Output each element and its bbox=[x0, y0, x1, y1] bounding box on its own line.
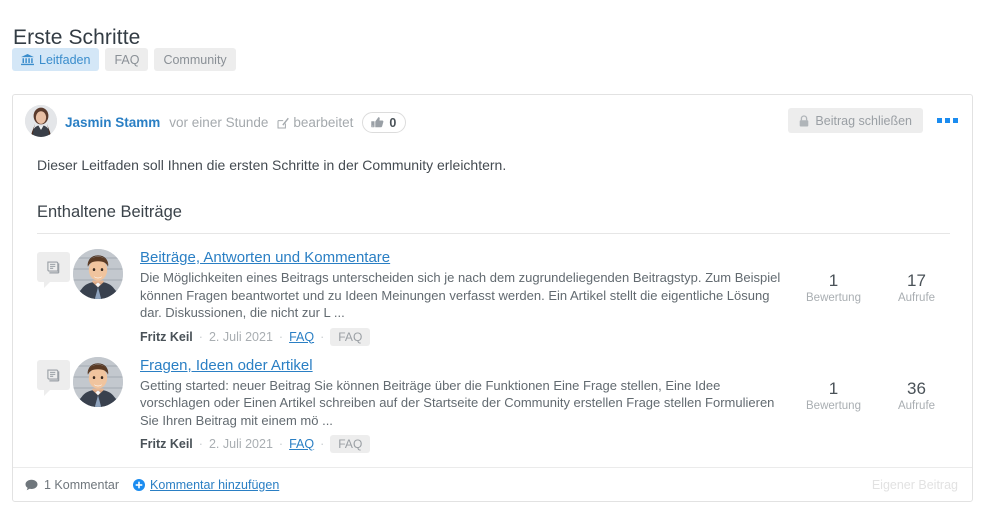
tag-row: Leitfaden FAQ Community bbox=[12, 48, 236, 71]
list-item-excerpt: Getting started: neuer Beitrag Sie könne… bbox=[140, 377, 775, 428]
card-footer: 1 Kommentar Kommentar hinzufügen Eigener… bbox=[13, 467, 972, 501]
stat-label: Aufrufe bbox=[897, 292, 936, 304]
page-title: Erste Schritte bbox=[13, 26, 141, 50]
edited-label: bearbeitet bbox=[293, 115, 354, 130]
meta-separator: · bbox=[320, 329, 325, 344]
meta-author[interactable]: Fritz Keil bbox=[140, 330, 193, 344]
tag-label: FAQ bbox=[114, 52, 140, 67]
like-button[interactable]: 0 bbox=[362, 112, 407, 133]
stat-value: 17 bbox=[907, 271, 926, 290]
author-name[interactable]: Jasmin Stamm bbox=[65, 115, 160, 130]
list-item: Beiträge, Antworten und Kommentare Die M… bbox=[27, 242, 958, 350]
meta-separator: · bbox=[320, 437, 325, 451]
stat-label: Bewertung bbox=[806, 292, 861, 304]
author-line: Jasmin Stamm vor einer Stunde bearbeitet bbox=[65, 112, 407, 133]
page-root: Erste Schritte Leitfaden FAQ Community J… bbox=[0, 0, 985, 514]
stat-views: 17 Aufrufe bbox=[875, 271, 958, 346]
section-divider bbox=[37, 233, 950, 234]
tag-faq[interactable]: FAQ bbox=[105, 48, 149, 71]
meta-separator: · bbox=[198, 329, 203, 344]
own-post-label: Eigener Beitrag bbox=[871, 477, 958, 492]
meta-tag-badge[interactable]: FAQ bbox=[330, 435, 371, 453]
meta-tag-badge[interactable]: FAQ bbox=[330, 327, 371, 346]
stat-rating: 1 Bewertung bbox=[792, 271, 875, 346]
avatar-list-item[interactable] bbox=[73, 249, 123, 299]
list-item-title[interactable]: Beiträge, Antworten und Kommentare bbox=[140, 249, 786, 267]
bank-icon bbox=[21, 53, 34, 66]
book-icon bbox=[46, 368, 61, 382]
ellipsis-icon[interactable] bbox=[933, 112, 962, 129]
included-posts-list: Beiträge, Antworten und Kommentare Die M… bbox=[27, 242, 958, 457]
add-comment-label: Kommentar hinzufügen bbox=[150, 477, 280, 492]
article-type-icon bbox=[37, 252, 70, 288]
stat-rating: 1 Bewertung bbox=[792, 379, 875, 454]
close-post-button[interactable]: Beitrag schließen bbox=[788, 108, 923, 133]
stat-value: 1 bbox=[828, 378, 839, 398]
post-header: Jasmin Stamm vor einer Stunde bearbeitet bbox=[13, 95, 972, 147]
list-item-title[interactable]: Fragen, Ideen oder Artikel bbox=[140, 357, 786, 375]
tag-leitfaden[interactable]: Leitfaden bbox=[12, 48, 100, 71]
stat-label: Aufrufe bbox=[897, 399, 936, 412]
meta-category-link[interactable]: FAQ bbox=[289, 437, 314, 451]
list-item-meta: Fritz Keil · 2. Juli 2021 · FAQ · FAQ bbox=[140, 327, 786, 346]
post-header-actions: Beitrag schließen bbox=[788, 108, 962, 133]
footer-actions: 1 Kommentar Kommentar hinzufügen bbox=[25, 478, 279, 492]
post-intro-text: Dieser Leitfaden soll Ihnen die ersten S… bbox=[37, 157, 507, 173]
edited-marker: bearbeitet bbox=[277, 115, 353, 130]
list-item-meta: Fritz Keil · 2. Juli 2021 · FAQ · FAQ bbox=[140, 435, 786, 453]
post-body: Dieser Leitfaden soll Ihnen die ersten S… bbox=[13, 157, 972, 457]
meta-date: 2. Juli 2021 bbox=[208, 329, 273, 344]
list-item-main: Beiträge, Antworten und Kommentare Die M… bbox=[140, 249, 792, 346]
tag-community[interactable]: Community bbox=[154, 48, 236, 71]
stat-value: 36 bbox=[907, 378, 926, 398]
stat-views: 36 Aufrufe bbox=[875, 379, 958, 454]
meta-date: 2. Juli 2021 bbox=[208, 437, 273, 451]
list-item-main: Fragen, Ideen oder Artikel Getting start… bbox=[140, 357, 792, 453]
thumbs-up-icon bbox=[371, 116, 384, 129]
meta-category-link[interactable]: FAQ bbox=[289, 330, 314, 344]
book-icon bbox=[46, 260, 61, 274]
avatar-list-item[interactable] bbox=[73, 356, 123, 407]
add-comment-button[interactable]: Kommentar hinzufügen bbox=[133, 478, 279, 492]
post-timestamp: vor einer Stunde bbox=[169, 115, 269, 130]
list-item-stats: 1 Bewertung 17 Aufrufe bbox=[792, 249, 958, 346]
list-item-excerpt: Die Möglichkeiten eines Beitrags untersc… bbox=[140, 270, 781, 320]
meta-author[interactable]: Fritz Keil bbox=[140, 437, 193, 451]
comment-count-label: 1 Kommentar bbox=[44, 477, 120, 492]
meta-separator: · bbox=[278, 329, 284, 344]
like-count: 0 bbox=[389, 115, 397, 130]
comment-count[interactable]: 1 Kommentar bbox=[25, 478, 119, 492]
post-card: Jasmin Stamm vor einer Stunde bearbeitet bbox=[12, 94, 973, 502]
lock-icon bbox=[799, 114, 809, 127]
pencil-icon bbox=[277, 117, 290, 129]
meta-separator: · bbox=[198, 437, 203, 451]
comment-bubble-icon bbox=[25, 479, 38, 491]
avatar-author[interactable] bbox=[25, 105, 57, 137]
stat-label: Bewertung bbox=[806, 399, 861, 412]
meta-separator: · bbox=[278, 437, 284, 451]
list-item: Fragen, Ideen oder Artikel Getting start… bbox=[27, 350, 958, 458]
list-item-icons bbox=[37, 356, 140, 419]
list-item-icons bbox=[37, 249, 140, 311]
stat-value: 1 bbox=[828, 271, 839, 290]
article-type-icon bbox=[37, 359, 70, 396]
close-post-label: Beitrag schließen bbox=[815, 113, 912, 128]
section-title: Enthaltene Beiträge bbox=[37, 203, 182, 221]
plus-circle-icon bbox=[133, 478, 146, 491]
tag-label: Leitfaden bbox=[39, 52, 91, 67]
list-item-stats: 1 Bewertung 36 Aufrufe bbox=[792, 357, 958, 454]
tag-label: Community bbox=[163, 52, 227, 67]
